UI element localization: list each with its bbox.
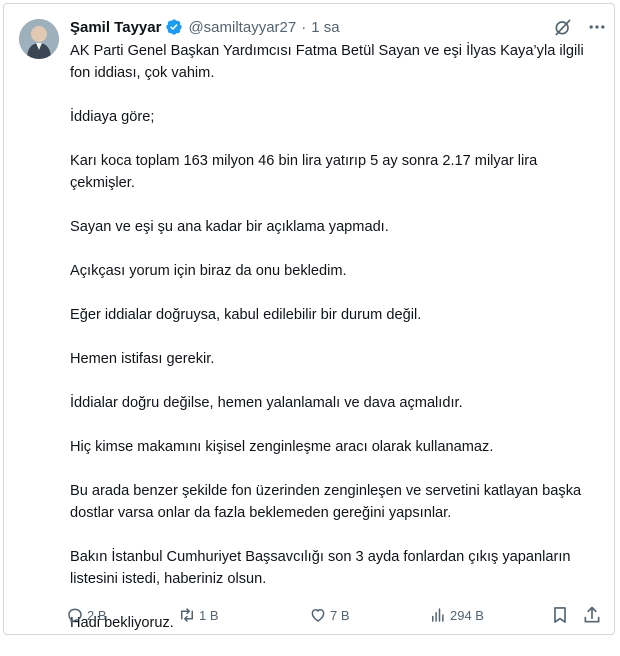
- reply-button[interactable]: 2 B: [66, 604, 107, 626]
- verified-badge-icon: [166, 19, 183, 35]
- views-button[interactable]: 294 B: [429, 604, 484, 626]
- avatar[interactable]: [19, 19, 59, 59]
- tweet-paragraph: İddialar doğru değilse, hemen yalanlamal…: [70, 395, 463, 411]
- views-count: 294 B: [450, 607, 484, 623]
- tweet-header: Şamil Tayyar @samiltayyar27 · 1 sa: [70, 16, 340, 38]
- tweet-paragraph: Açıkçası yorum için biraz da onu bekledi…: [70, 263, 347, 279]
- tweet-paragraph: AK Parti Genel Başkan Yardımcısı Fatma B…: [70, 43, 584, 81]
- reply-count: 2 B: [87, 607, 107, 623]
- tweet-text: AK Parti Genel Başkan Yardımcısı Fatma B…: [70, 40, 590, 656]
- grok-icon[interactable]: [553, 17, 573, 37]
- views-icon: [432, 608, 444, 622]
- tweet-actions: 2 B 1 B 7 B 294 B: [66, 604, 606, 626]
- tweet-paragraph: İddiaya göre;: [70, 109, 155, 125]
- bookmark-icon[interactable]: [550, 605, 570, 625]
- tweet-paragraph: Karı koca toplam 163 milyon 46 bin lira …: [70, 153, 538, 191]
- tweet-paragraph: Sayan ve eşi şu ana kadar bir açıklama y…: [70, 219, 389, 235]
- like-button[interactable]: 7 B: [309, 604, 350, 626]
- tweet-paragraph: Eğer iddialar doğruysa, kabul edilebilir…: [70, 307, 422, 323]
- share-icon[interactable]: [582, 605, 602, 625]
- reply-icon: [68, 608, 82, 623]
- heart-icon: [311, 609, 325, 622]
- repost-count: 1 B: [199, 607, 219, 623]
- repost-icon: [181, 608, 193, 622]
- repost-button[interactable]: 1 B: [178, 604, 219, 626]
- timestamp[interactable]: 1 sa: [311, 19, 339, 36]
- tweet-paragraph: Hiç kimse makamını kişisel zenginleşme a…: [70, 439, 494, 455]
- more-icon[interactable]: [587, 17, 607, 37]
- author-handle[interactable]: @samiltayyar27: [188, 19, 296, 36]
- tweet-paragraph: Hemen istifası gerekir.: [70, 351, 215, 367]
- tweet-paragraph: Bu arada benzer şekilde fon üzerinden ze…: [70, 483, 582, 521]
- separator-dot: ·: [301, 18, 307, 36]
- tweet-card[interactable]: Şamil Tayyar @samiltayyar27 · 1 sa AK Pa…: [3, 3, 615, 635]
- tweet-paragraph: Bakın İstanbul Cumhuriyet Başsavcılığı s…: [70, 549, 571, 587]
- author-name[interactable]: Şamil Tayyar: [70, 19, 161, 36]
- like-count: 7 B: [330, 607, 350, 623]
